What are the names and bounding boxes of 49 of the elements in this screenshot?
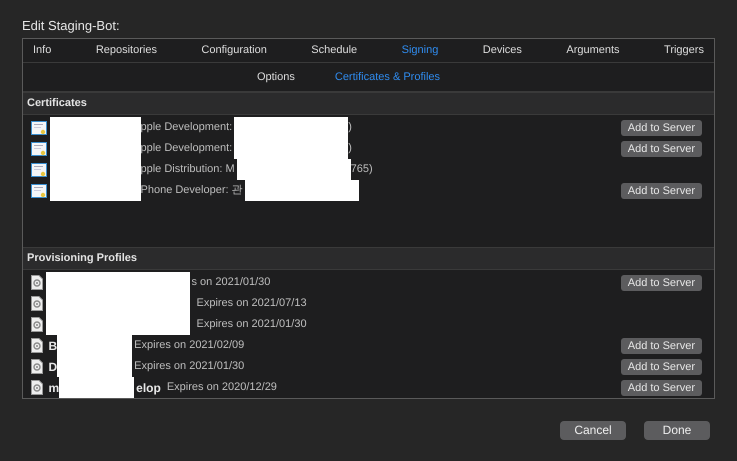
certificate-icon	[31, 162, 47, 178]
profile-name: m	[48, 380, 60, 396]
dialog-button[interactable]: Done	[644, 421, 710, 440]
tab[interactable]: Devices	[482, 42, 522, 59]
tab[interactable]: Arguments	[566, 42, 620, 59]
tab[interactable]: Info	[33, 42, 52, 59]
certificate-name: 765)	[350, 162, 373, 178]
certificate-name: )	[348, 120, 352, 136]
tab[interactable]: Signing	[402, 42, 438, 59]
expiry-text: Expires on 2021/01/30	[196, 317, 307, 332]
certificate-icon	[31, 140, 47, 156]
certificate-name: Phone Developer: 관	[140, 183, 243, 198]
profile-document-icon	[31, 317, 43, 332]
profile-name: elop	[136, 380, 161, 396]
profile-document-icon	[31, 275, 43, 290]
expiry-text: Expires on 2021/07/13	[196, 296, 307, 312]
add-to-server-button[interactable]: Add to Server	[620, 380, 702, 396]
add-to-server-button[interactable]: Add to Server	[620, 182, 702, 198]
profile-document-icon	[31, 380, 43, 395]
profile-document-icon	[31, 338, 43, 353]
profile-name: D	[48, 358, 58, 376]
tab[interactable]: Repositories	[96, 42, 157, 59]
section-header: Provisioning Profiles	[23, 247, 714, 270]
add-to-server-button[interactable]: Add to Server	[620, 274, 702, 290]
tab[interactable]: Configuration	[201, 42, 267, 59]
profile-name: B	[48, 338, 58, 354]
certificate-icon	[31, 120, 47, 136]
profile-document-icon	[31, 359, 43, 374]
dialog-button[interactable]: Cancel	[560, 421, 626, 440]
segment-tab[interactable]: Options	[256, 68, 295, 86]
certificate-icon	[31, 182, 47, 198]
add-to-server-button[interactable]: Add to Server	[620, 338, 702, 354]
add-to-server-button[interactable]: Add to Server	[620, 358, 702, 374]
certificate-name: )	[348, 141, 352, 156]
profile-document-icon	[31, 296, 43, 311]
window-title: Edit Staging-Bot:	[22, 17, 121, 35]
expiry-text: Expires on 2021/02/09	[134, 338, 244, 354]
add-to-server-button[interactable]: Add to Server	[620, 140, 702, 156]
certificate-name: pple Development:	[140, 120, 232, 136]
tab[interactable]: Triggers	[664, 42, 704, 59]
expiry-text: Expires on 2021/01/30	[134, 359, 244, 374]
certificate-name: pple Distribution: M	[140, 162, 235, 178]
add-to-server-button[interactable]: Add to Server	[620, 120, 702, 136]
tab[interactable]: Schedule	[311, 42, 358, 59]
segment-tab[interactable]: Certificates & Profiles	[334, 68, 440, 86]
expiry-text: Expires on 2020/12/29	[166, 380, 277, 396]
expiry-text: s on 2021/01/30	[192, 275, 270, 290]
certificate-name: pple Development:	[140, 141, 232, 156]
section-header: Certificates	[23, 92, 714, 115]
